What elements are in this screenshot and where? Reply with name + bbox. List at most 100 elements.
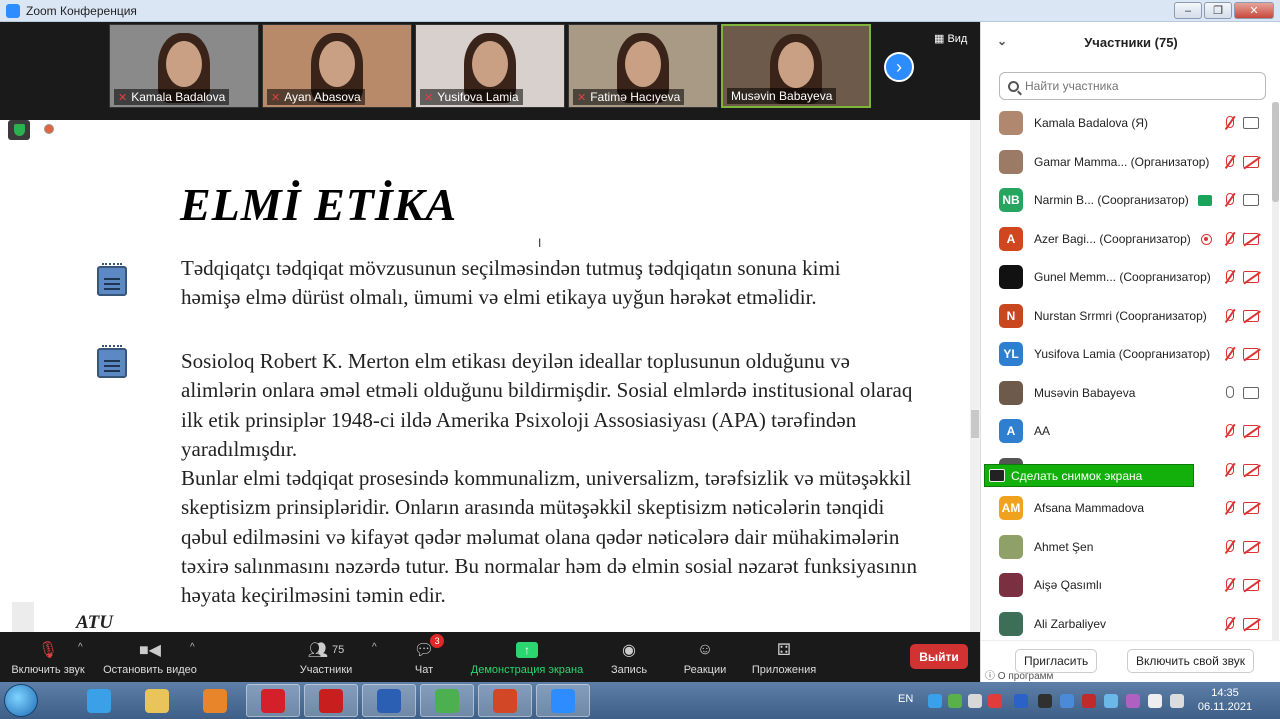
tray-icon[interactable] — [1104, 694, 1118, 708]
next-page-arrow-icon[interactable]: › — [884, 52, 914, 82]
taskbar-app[interactable] — [72, 684, 126, 717]
video-options-caret-icon[interactable]: ^ — [190, 642, 195, 653]
taskbar-app[interactable] — [130, 684, 184, 717]
taskbar-app[interactable] — [246, 684, 300, 717]
muted-mic-icon[interactable] — [1221, 462, 1237, 478]
clock[interactable]: 14:35 06.11.2021 — [1195, 686, 1255, 714]
muted-mic-icon[interactable] — [1221, 577, 1237, 593]
panel-scrollbar[interactable] — [1272, 102, 1279, 652]
video-tile[interactable]: ✕ Kamala Badalova — [109, 24, 259, 108]
taskbar-app[interactable] — [478, 684, 532, 717]
tray-icon[interactable] — [1126, 694, 1140, 708]
participants-label: Участники — [299, 664, 353, 676]
language-indicator[interactable]: EN — [898, 693, 913, 705]
taskbar-app[interactable] — [188, 684, 242, 717]
participant-row[interactable]: AM Afsana Mammadova — [981, 490, 1271, 528]
taskbar-app[interactable] — [536, 684, 590, 717]
video-off-icon[interactable] — [1243, 232, 1259, 245]
video-off-icon[interactable] — [1243, 348, 1259, 360]
maximize-button[interactable]: ❐ — [1204, 2, 1232, 19]
video-tile[interactable]: ✕ Fatimə Hacıyeva — [568, 24, 718, 108]
flag-icon[interactable] — [1148, 694, 1162, 708]
participant-row[interactable]: A Azer Bagi... (Соорганизатор) — [981, 221, 1271, 259]
video-off-icon[interactable] — [1243, 463, 1259, 476]
participants-caret-icon[interactable]: ^ — [372, 642, 377, 653]
network-icon[interactable] — [1170, 694, 1184, 708]
start-button-icon[interactable] — [4, 684, 38, 717]
tray-icon[interactable] — [988, 694, 1002, 708]
participant-row[interactable]: Ali Zarbaliyev — [981, 606, 1271, 644]
tray-icon[interactable] — [1038, 694, 1052, 708]
participant-row[interactable]: Kamala Badalova (Я) — [981, 105, 1271, 143]
participants-button[interactable]: 👥︎ 75 Участники — [296, 632, 356, 682]
tray-icon[interactable] — [1082, 694, 1096, 708]
snapshot-tooltip[interactable]: Сделать снимок экрана — [984, 464, 1194, 487]
close-button[interactable]: ✕ — [1234, 2, 1274, 19]
tray-icon[interactable] — [928, 694, 942, 708]
participant-row[interactable]: Gamar Mamma... (Организатор) — [981, 144, 1271, 182]
reactions-button[interactable]: ☺ Реакции — [680, 632, 730, 682]
muted-mic-icon[interactable] — [1221, 500, 1237, 516]
about-link[interactable]: ⓘ О программ — [985, 667, 1053, 682]
search-input[interactable] — [1025, 79, 1255, 93]
minimize-button[interactable]: – — [1174, 2, 1202, 19]
video-off-icon[interactable] — [1243, 271, 1259, 283]
video-off-icon[interactable] — [1243, 309, 1259, 322]
participant-row[interactable]: A AA — [981, 413, 1271, 451]
audio-options-caret-icon[interactable]: ^ — [78, 642, 83, 653]
chat-button[interactable]: 💬︎ 3 Чат — [404, 632, 445, 682]
taskbar-app[interactable] — [362, 684, 416, 717]
view-button[interactable]: ▦ Вид — [934, 32, 967, 45]
muted-mic-icon[interactable] — [1221, 308, 1237, 324]
tray-icon[interactable] — [948, 694, 962, 708]
bluetooth-icon[interactable] — [1014, 694, 1028, 708]
chevron-down-icon[interactable]: ⌄ — [997, 34, 1007, 48]
video-tile[interactable]: Musəvin Babayeva — [721, 24, 871, 108]
muted-mic-icon[interactable] — [1221, 192, 1237, 208]
participant-row[interactable]: Musəvin Babayeva — [981, 375, 1271, 413]
muted-mic-icon[interactable] — [1221, 154, 1237, 170]
apps-button[interactable]: ⚃ Приложения — [748, 632, 820, 682]
muted-mic-icon[interactable] — [1221, 231, 1237, 247]
muted-mic-icon[interactable] — [1221, 539, 1237, 555]
video-off-icon[interactable] — [1243, 540, 1259, 553]
participant-row[interactable]: YL Yusifova Lamia (Соорганизатор) — [981, 336, 1271, 374]
avatar: N — [999, 303, 1023, 328]
video-icon[interactable] — [1243, 117, 1259, 129]
video-off-icon[interactable] — [1243, 617, 1259, 630]
muted-mic-icon[interactable] — [1221, 115, 1237, 131]
video-tile[interactable]: ✕ Ayan Abasova — [262, 24, 412, 108]
muted-mic-icon: ✕ — [271, 91, 281, 104]
participant-row[interactable]: N Nurstan Srrmri (Соорганизатор) — [981, 298, 1271, 336]
share-screen-button[interactable]: ↑ Демонстрация экрана — [466, 632, 588, 682]
content-scrollbar[interactable] — [970, 120, 980, 632]
leave-button[interactable]: Выйти — [910, 644, 968, 669]
muted-mic-icon[interactable] — [1221, 269, 1237, 285]
participant-row[interactable]: Aişə Qasımlı — [981, 567, 1271, 605]
stop-video-button[interactable]: ■◀ Остановить видео — [100, 632, 200, 682]
unmute-self-button[interactable]: Включить свой звук — [1127, 649, 1254, 673]
unmute-button[interactable]: 🎙︎ Включить звук — [8, 632, 88, 682]
video-off-icon[interactable] — [1243, 579, 1259, 591]
participant-row[interactable]: NB Narmin B... (Соорганизатор) — [981, 182, 1271, 220]
participant-search[interactable] — [999, 72, 1266, 100]
taskbar-app[interactable] — [420, 684, 474, 717]
video-icon[interactable] — [1243, 386, 1259, 399]
record-button[interactable]: ◉ Запись — [606, 632, 652, 682]
search-icon — [1008, 80, 1019, 92]
participant-row[interactable]: Gunel Memm... (Соорганизатор) — [981, 259, 1271, 297]
video-off-icon[interactable] — [1243, 155, 1259, 168]
taskbar-app[interactable] — [304, 684, 358, 717]
security-shield-icon[interactable] — [8, 120, 30, 140]
participant-row[interactable]: Ahmet Şen — [981, 529, 1271, 567]
tray-icon[interactable] — [968, 694, 982, 708]
video-off-icon[interactable] — [1243, 425, 1259, 437]
video-off-icon[interactable] — [1243, 502, 1259, 514]
muted-mic-icon[interactable] — [1221, 616, 1237, 632]
muted-mic-icon[interactable] — [1221, 423, 1237, 439]
mic-icon[interactable] — [1221, 385, 1237, 401]
video-icon[interactable] — [1243, 194, 1259, 206]
tray-icon[interactable] — [1060, 694, 1074, 708]
video-tile[interactable]: ✕ Yusifova Lamia — [415, 24, 565, 108]
muted-mic-icon[interactable] — [1221, 346, 1237, 362]
